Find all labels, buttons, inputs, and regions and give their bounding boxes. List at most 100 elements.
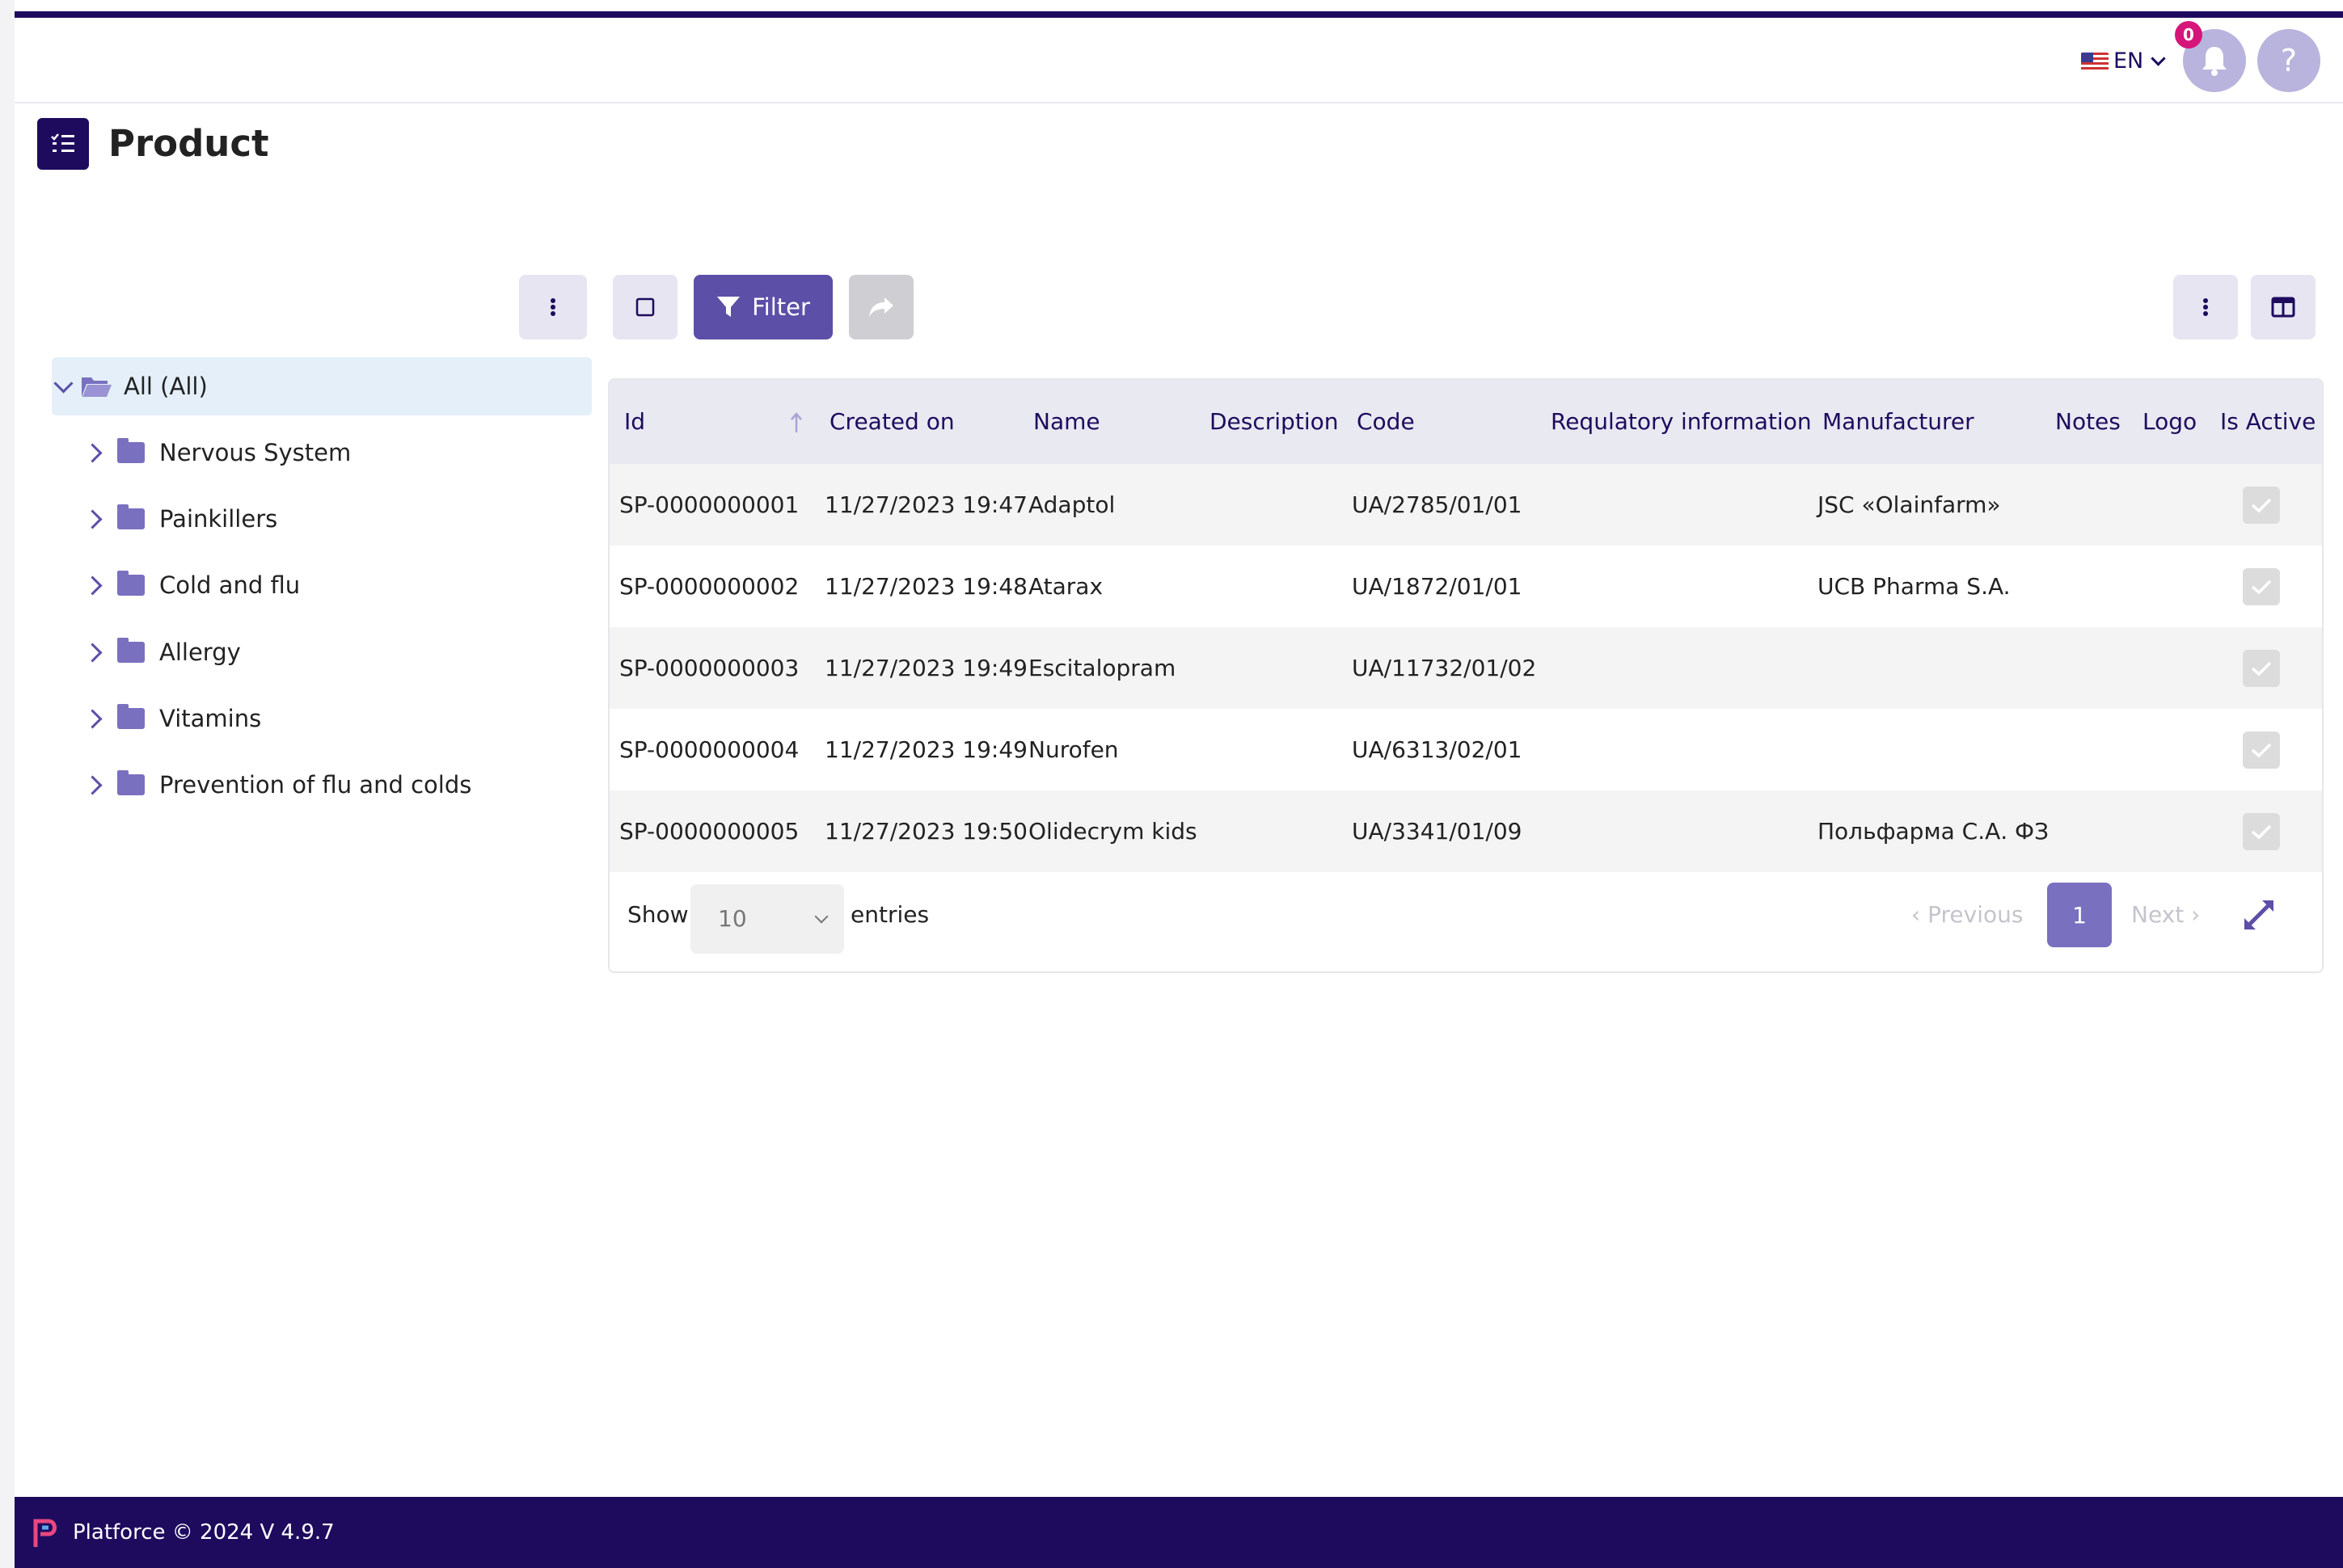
cell-code: UA/3341/01/09 — [1352, 818, 1522, 845]
is-active-checkbox — [2243, 813, 2280, 850]
chevron-down-icon — [2151, 51, 2166, 66]
filter-label: Filter — [752, 293, 810, 321]
previous-page-button[interactable]: ‹ Previous — [1911, 875, 2023, 955]
tree-item-prevention[interactable]: Prevention of flu and colds — [52, 756, 471, 814]
select-all-button[interactable] — [613, 275, 678, 339]
folder-icon — [117, 704, 145, 729]
column-header-manufacturer[interactable]: Manufacturer — [1822, 380, 1974, 464]
table-row[interactable]: SP-0000000005 11/27/2023 19:50 Olidecrym… — [610, 790, 2322, 872]
cell-created-on: 11/27/2023 19:49 — [825, 736, 1028, 763]
table-footer: Show 10 entries ‹ Previous 1 Next › — [610, 875, 2322, 970]
cell-id: SP-0000000005 — [619, 818, 800, 845]
column-layout-button[interactable] — [2251, 275, 2316, 339]
columns-icon — [2271, 297, 2295, 318]
tree-item-painkillers[interactable]: Painkillers — [52, 490, 277, 548]
is-active-checkbox — [2243, 650, 2280, 687]
cell-created-on: 11/27/2023 19:48 — [825, 573, 1028, 600]
language-selector[interactable]: EN — [2081, 48, 2166, 74]
more-vertical-icon — [551, 298, 555, 316]
cell-id: SP-0000000003 — [619, 655, 800, 681]
table-options-button[interactable] — [2173, 275, 2238, 339]
language-label: EN — [2113, 48, 2144, 74]
checkbox-icon — [635, 297, 655, 317]
tree-item-cold-and-flu[interactable]: Cold and flu — [52, 556, 300, 614]
column-header-name[interactable]: Name — [1033, 380, 1100, 464]
chevron-down-icon — [53, 373, 74, 394]
column-header-created-on[interactable]: Created on — [830, 380, 955, 464]
checkmark-icon — [2251, 661, 2272, 677]
more-vertical-icon — [2203, 298, 2208, 316]
cell-name: Atarax — [1028, 573, 1104, 600]
next-label: Next — [2131, 901, 2185, 928]
tree-options-button[interactable] — [519, 275, 587, 339]
cell-id: SP-0000000002 — [619, 573, 800, 600]
table-row[interactable]: SP-0000000003 11/27/2023 19:49 Escitalop… — [610, 627, 2322, 709]
page-title: Product — [108, 122, 269, 165]
cell-code: UA/2785/01/01 — [1352, 491, 1522, 518]
previous-label: Previous — [1927, 901, 2024, 928]
column-header-id[interactable]: Id — [624, 380, 645, 464]
checkmark-icon — [2251, 498, 2272, 513]
cell-code: UA/6313/02/01 — [1352, 736, 1522, 763]
cell-manufacturer: UCB Pharma S.A. — [1817, 573, 2011, 600]
tree-item-nervous-system[interactable]: Nervous System — [52, 424, 351, 482]
table-row[interactable]: SP-0000000002 11/27/2023 19:48 Atarax UA… — [610, 546, 2322, 627]
tree-root-label: All (All) — [124, 373, 208, 400]
column-header-is-active[interactable]: Is Active — [2220, 380, 2316, 464]
page-list-icon — [37, 118, 89, 170]
chevron-right-icon: › — [2184, 901, 2201, 928]
chevron-right-icon — [82, 774, 103, 795]
cell-code: UA/1872/01/01 — [1352, 573, 1522, 600]
page-size-select[interactable]: 10 — [690, 884, 844, 954]
cell-created-on: 11/27/2023 19:50 — [825, 818, 1028, 845]
checkmark-icon — [2251, 580, 2272, 595]
table-row[interactable]: SP-0000000001 11/27/2023 19:47 Adaptol U… — [610, 464, 2322, 546]
platforce-logo-icon — [33, 1519, 57, 1547]
chevron-right-icon — [82, 642, 103, 663]
expand-icon[interactable] — [2243, 899, 2275, 931]
column-header-notes[interactable]: Notes — [2055, 380, 2121, 464]
folder-icon — [117, 438, 145, 463]
footer-text: Platforce © 2024 V 4.9.7 — [73, 1520, 335, 1545]
next-page-button[interactable]: Next › — [2131, 875, 2200, 955]
tree-root-row[interactable]: All (All) — [52, 357, 208, 415]
chevron-right-icon — [82, 575, 103, 596]
chevron-left-icon: ‹ — [1911, 901, 1928, 928]
help-button[interactable]: ? — [2257, 29, 2320, 92]
table-row[interactable]: SP-0000000004 11/27/2023 19:49 Nurofen U… — [610, 709, 2322, 790]
app-footer: Platforce © 2024 V 4.9.7 — [15, 1497, 2343, 1568]
folder-icon — [117, 504, 145, 529]
tree-item-label: Nervous System — [159, 439, 352, 466]
column-header-regulatory-information[interactable]: Requlatory information — [1551, 380, 1812, 464]
chevron-down-icon — [814, 909, 829, 924]
cell-name: Olidecrym kids — [1028, 818, 1197, 845]
tree-item-allergy[interactable]: Allergy — [52, 623, 241, 681]
is-active-checkbox — [2243, 487, 2280, 524]
top-accent-bar — [15, 11, 2343, 18]
table-header: Id Created on Name Description Code Requ… — [610, 380, 2322, 464]
sort-ascending-icon[interactable] — [789, 412, 804, 433]
chevron-right-icon — [82, 708, 103, 729]
notification-count-badge: 0 — [2175, 21, 2202, 48]
cell-manufacturer: JSC «Olainfarm» — [1817, 491, 2001, 518]
filter-button[interactable]: Filter — [694, 275, 833, 339]
question-icon: ? — [2280, 43, 2298, 78]
cell-id: SP-0000000004 — [619, 736, 800, 763]
folder-icon — [117, 770, 145, 795]
column-header-logo[interactable]: Logo — [2142, 380, 2197, 464]
share-button[interactable] — [849, 275, 914, 339]
show-label: Show — [627, 901, 689, 928]
tree-item-vitamins[interactable]: Vitamins — [52, 689, 261, 748]
tree-item-label: Prevention of flu and colds — [159, 771, 472, 799]
column-header-code[interactable]: Code — [1357, 380, 1415, 464]
chevron-right-icon — [82, 442, 103, 463]
column-header-description[interactable]: Description — [1209, 380, 1338, 464]
app-header — [15, 18, 2343, 103]
is-active-checkbox — [2243, 731, 2280, 769]
tree-item-label: Painkillers — [159, 505, 278, 533]
folder-icon — [117, 571, 145, 596]
page-1-button[interactable]: 1 — [2047, 883, 2112, 947]
cell-id: SP-0000000001 — [619, 491, 800, 518]
left-strip — [0, 0, 15, 1568]
funnel-icon — [717, 297, 741, 317]
